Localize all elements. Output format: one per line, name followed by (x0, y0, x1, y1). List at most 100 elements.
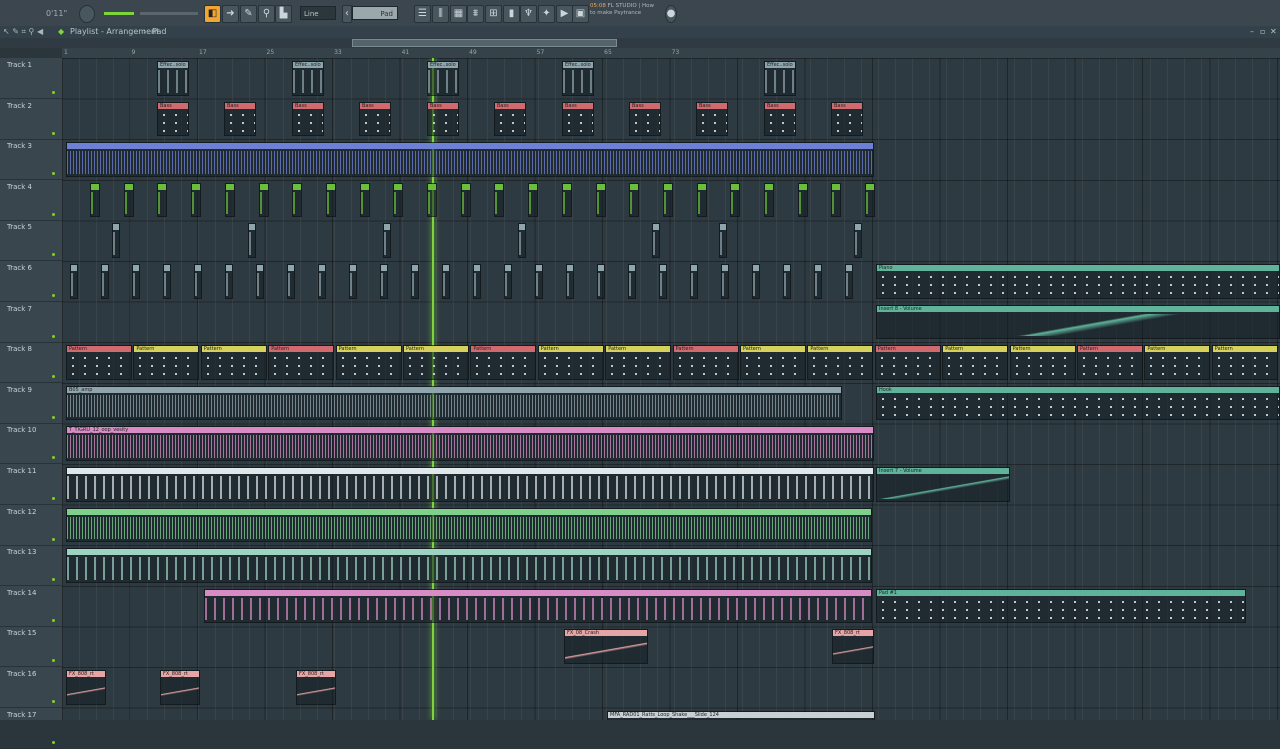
minimize-icon[interactable]: – (1250, 26, 1254, 38)
clip[interactable] (442, 264, 450, 299)
clip[interactable] (411, 264, 419, 299)
track-header[interactable]: Track 1 (0, 58, 62, 99)
track-header[interactable]: Track 2 (0, 99, 62, 140)
master-volume-slider[interactable] (104, 12, 134, 15)
clip[interactable]: Effec..solo (427, 61, 459, 96)
track-mute-led[interactable] (52, 213, 55, 216)
clip[interactable] (663, 183, 673, 218)
clip[interactable]: Pattern (268, 345, 334, 380)
clip[interactable]: Pattern (1144, 345, 1210, 380)
chevron-left-icon[interactable]: ‹ (342, 5, 352, 23)
clip[interactable]: Pattern (336, 345, 402, 380)
arrangement-overview[interactable] (0, 38, 1280, 48)
clip[interactable]: Pattern (605, 345, 671, 380)
clip[interactable] (528, 183, 538, 218)
stamp-icon[interactable]: ▙ (275, 5, 292, 23)
overview-scroll-window[interactable] (352, 39, 617, 47)
playlist-grid[interactable]: Effec..solo Effec..solo Effec..solo Effec..… (62, 58, 1280, 720)
clip[interactable]: T_TIGRU_12_oop_vesity (66, 426, 874, 461)
clip[interactable]: FX_808_rt (66, 670, 106, 705)
track-header[interactable]: Track 12 (0, 505, 62, 546)
track-header[interactable]: Track 17 (0, 708, 62, 749)
clip[interactable] (326, 183, 336, 218)
clip[interactable] (66, 508, 872, 543)
video-icon[interactable]: ▶ (556, 5, 573, 23)
clip[interactable]: Pattern (403, 345, 469, 380)
clip[interactable] (518, 223, 526, 258)
clip[interactable] (652, 223, 660, 258)
plugin-icon[interactable]: ▮ (503, 5, 520, 23)
clip[interactable] (225, 264, 233, 299)
clip[interactable] (90, 183, 100, 218)
render-icon[interactable]: ▣ (572, 5, 589, 23)
clip[interactable]: Pattern (133, 345, 199, 380)
clip[interactable] (596, 183, 606, 218)
clip[interactable] (783, 264, 791, 299)
clip[interactable]: FX_08_Crash (564, 629, 648, 664)
clip[interactable]: Effec..solo (292, 61, 324, 96)
clip[interactable]: B05_amp (66, 386, 842, 421)
clip[interactable]: Pattern (470, 345, 536, 380)
clip[interactable]: Effec..solo (562, 61, 594, 96)
clip[interactable]: Pattern (201, 345, 267, 380)
close-icon[interactable]: ✕ (1270, 26, 1277, 38)
pencil-icon[interactable]: ✎ (240, 5, 257, 23)
clip[interactable] (504, 264, 512, 299)
clip[interactable] (225, 183, 235, 218)
clip[interactable] (597, 264, 605, 299)
clip[interactable] (112, 223, 120, 258)
clip[interactable]: Bass (427, 102, 459, 137)
clip[interactable] (101, 264, 109, 299)
snap-icon[interactable]: ◧ (204, 5, 221, 23)
clip[interactable] (865, 183, 875, 218)
clip[interactable] (719, 223, 727, 258)
clip[interactable]: Pattern (1077, 345, 1143, 380)
clip[interactable]: Bass (629, 102, 661, 137)
pattern-selector[interactable]: Pad (352, 6, 398, 20)
tool-icons[interactable]: ↖ ✎ ⌗ ⚲ ◀ (3, 26, 43, 38)
clip[interactable] (721, 264, 729, 299)
track-mute-led[interactable] (52, 659, 55, 662)
clip[interactable] (473, 264, 481, 299)
clip[interactable] (697, 183, 707, 218)
mic-icon[interactable]: ♆ (520, 5, 537, 23)
clip[interactable] (132, 264, 140, 299)
clip[interactable] (494, 183, 504, 218)
clip[interactable]: Bass (562, 102, 594, 137)
clip[interactable]: Bass (359, 102, 391, 137)
channel-rack-icon[interactable]: ⩩ (467, 5, 484, 23)
clip[interactable] (427, 183, 437, 218)
clip[interactable] (194, 264, 202, 299)
track-mute-led[interactable] (52, 416, 55, 419)
track-header[interactable]: Track 16 (0, 667, 62, 708)
track-header[interactable]: Track 7 (0, 302, 62, 343)
clip[interactable] (157, 183, 167, 218)
clip[interactable] (287, 264, 295, 299)
track-header[interactable]: Track 6 (0, 261, 62, 302)
clip[interactable] (318, 264, 326, 299)
clip[interactable] (798, 183, 808, 218)
clip[interactable]: FX_808_rt (832, 629, 874, 664)
track-mute-led[interactable] (52, 375, 55, 378)
track-mute-led[interactable] (52, 253, 55, 256)
clip[interactable]: Bass (764, 102, 796, 137)
clip[interactable]: Effec..solo (764, 61, 796, 96)
mixer-icon[interactable]: ⫼ (432, 5, 449, 23)
clip[interactable] (562, 183, 572, 218)
clip[interactable] (66, 548, 872, 583)
piano-roll-icon[interactable]: ▦ (450, 5, 467, 23)
clip[interactable] (383, 223, 391, 258)
clip[interactable]: Pad #1 (876, 589, 1246, 624)
track-mute-led[interactable] (52, 741, 55, 744)
clip[interactable] (831, 183, 841, 218)
clip[interactable] (66, 467, 874, 502)
arrow-right-icon[interactable]: ➜ (222, 5, 239, 23)
clip[interactable] (163, 264, 171, 299)
clip[interactable] (349, 264, 357, 299)
clip[interactable]: FX_808_rt (296, 670, 336, 705)
clip[interactable]: Pattern (1212, 345, 1278, 380)
clip[interactable] (256, 264, 264, 299)
clip[interactable]: Pattern (673, 345, 739, 380)
clip[interactable]: Insert 7 - Volume (876, 467, 1010, 502)
clip[interactable]: Pattern (807, 345, 873, 380)
